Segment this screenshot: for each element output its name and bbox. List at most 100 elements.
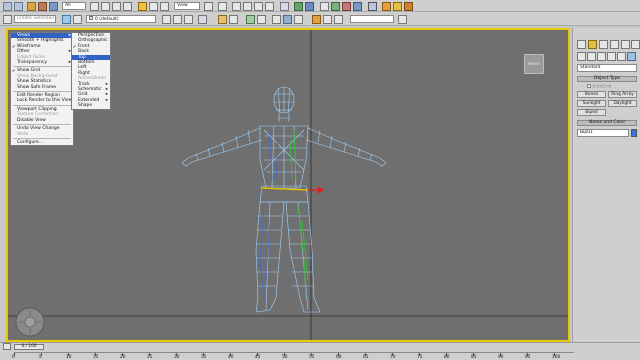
- select-rotate-icon[interactable]: [149, 2, 158, 11]
- utilities-tab-icon[interactable]: [631, 40, 640, 49]
- render-preset-dropdown[interactable]: [350, 15, 394, 23]
- sunlight-button[interactable]: Sunlight: [577, 100, 606, 107]
- containers-icon[interactable]: [398, 15, 407, 24]
- unlink-icon[interactable]: [38, 2, 47, 11]
- rendered-frame-window-icon[interactable]: [393, 2, 402, 11]
- polydraw-icon[interactable]: [229, 15, 238, 24]
- timeline-tick-label: 25: [147, 355, 153, 360]
- select-scale-icon[interactable]: [160, 2, 169, 11]
- create-layer-icon[interactable]: [73, 15, 82, 24]
- angle-snap-icon[interactable]: [243, 2, 252, 11]
- display-tab-icon[interactable]: [621, 40, 630, 49]
- motion-tab-icon[interactable]: [610, 40, 619, 49]
- autogrid-checkbox[interactable]: AutoGrid: [587, 84, 611, 90]
- select-by-name-icon[interactable]: [101, 2, 110, 11]
- layer-manager-icon[interactable]: [320, 2, 329, 11]
- window-crossing-icon[interactable]: [123, 2, 132, 11]
- time-slider[interactable]: 0 / 100: [14, 344, 44, 350]
- ring-array-button[interactable]: Ring Array: [608, 91, 637, 98]
- undo-icon[interactable]: [3, 2, 12, 11]
- menu-item-transparency[interactable]: Transparency: [11, 60, 73, 66]
- biped-button[interactable]: Biped: [577, 109, 606, 116]
- reactor-icon[interactable]: [246, 15, 255, 24]
- timeline-ruler[interactable]: 0 5 10 15 20 25 30 35 40 45 50 55 60 65 70 75 80 85 90 95 10…: [12, 352, 574, 360]
- steering-wheel-icon: [15, 307, 45, 337]
- left-arm-mesh: [181, 127, 263, 167]
- selection-region-icon[interactable]: [112, 2, 121, 11]
- current-layer-dropdown[interactable]: 0 (default): [86, 15, 156, 23]
- daylight-button[interactable]: Daylight: [608, 100, 637, 107]
- named-selection-sets-icon[interactable]: [280, 2, 289, 11]
- schematic-view-icon[interactable]: [353, 2, 362, 11]
- particle-icon[interactable]: [294, 15, 303, 24]
- right-arm-mesh: [305, 127, 387, 167]
- add-to-layer-icon[interactable]: [162, 15, 171, 24]
- front-viewport[interactable]: FRONT ViewsSmooth + HighlightsWireframeO…: [6, 28, 570, 342]
- bind-spacewarp-icon[interactable]: [49, 2, 58, 11]
- pivot-center-icon[interactable]: [204, 2, 213, 11]
- timeline-tick-label: 45: [255, 355, 261, 360]
- cameras-icon[interactable]: [607, 52, 616, 61]
- object-category-dropdown[interactable]: Standard: [577, 64, 637, 72]
- spinner-snap-icon[interactable]: [265, 2, 274, 11]
- menu-separator: [13, 91, 71, 93]
- menu-separator: [13, 104, 71, 106]
- right-arm-wire: [317, 129, 373, 161]
- named-selection-set-field[interactable]: Create Selection Set: [14, 15, 56, 23]
- hierarchy-tab-icon[interactable]: [599, 40, 608, 49]
- secondary-toolbar: Create Selection Set 0 (default): [0, 12, 640, 26]
- render-production-icon[interactable]: [404, 2, 413, 11]
- percent-snap-icon[interactable]: [254, 2, 263, 11]
- autogrid-box[interactable]: [587, 84, 591, 88]
- select-in-layer-icon[interactable]: [173, 15, 182, 24]
- menu-item-disable-view[interactable]: Disable View: [11, 118, 73, 123]
- render-shortcuts-icon[interactable]: [323, 15, 332, 24]
- modify-tab-icon[interactable]: [588, 40, 597, 49]
- track-bar-toggle-icon[interactable]: [3, 343, 11, 350]
- helpers-icon[interactable]: [617, 52, 626, 61]
- sound-icon[interactable]: [312, 15, 321, 24]
- current-layer-label: 0 (default): [95, 17, 119, 22]
- views-submenu: PerspectiveOrthographicFrontBackTopBotto…: [71, 32, 111, 110]
- views-item-shape[interactable]: Shape: [72, 103, 110, 108]
- freeform-icon[interactable]: [218, 15, 227, 24]
- create-tab-icon[interactable]: [577, 40, 586, 49]
- manipulate-icon[interactable]: [218, 2, 227, 11]
- mirror-icon[interactable]: [294, 2, 303, 11]
- select-object-icon[interactable]: [90, 2, 99, 11]
- select-link-icon[interactable]: [27, 2, 36, 11]
- align-icon[interactable]: [305, 2, 314, 11]
- selection-filter-dropdown[interactable]: All: [62, 2, 86, 10]
- bones-button[interactable]: Bones: [577, 91, 606, 98]
- layer-icon[interactable]: [62, 15, 71, 24]
- select-move-icon[interactable]: [138, 2, 147, 11]
- object-name-field[interactable]: Bip01: [577, 129, 629, 137]
- name-and-color-rollout[interactable]: Name and Color: [577, 120, 637, 126]
- cloth-icon[interactable]: [272, 15, 281, 24]
- material-editor-icon[interactable]: [368, 2, 377, 11]
- reference-coordinate-dropdown[interactable]: View: [174, 2, 200, 10]
- bone-tools-icon[interactable]: [257, 15, 266, 24]
- shapes-icon[interactable]: [587, 52, 596, 61]
- snap-toggle-icon[interactable]: [232, 2, 241, 11]
- lights-icon[interactable]: [597, 52, 606, 61]
- extras-icon[interactable]: [198, 15, 207, 24]
- viewcube[interactable]: FRONT: [524, 54, 544, 74]
- graphite-tools-icon[interactable]: [331, 2, 340, 11]
- render-setup-icon[interactable]: [382, 2, 391, 11]
- menu-item-lock-render-to-this-view[interactable]: Lock Render to this View: [11, 98, 73, 103]
- hair-icon[interactable]: [283, 15, 292, 24]
- menu-item-show-safe-frame[interactable]: Show Safe Frame: [11, 85, 73, 90]
- object-color-swatch[interactable]: [631, 129, 637, 137]
- set-current-layer-icon[interactable]: [184, 15, 193, 24]
- systems-icon[interactable]: [627, 52, 636, 61]
- scene-states-icon[interactable]: [334, 15, 343, 24]
- menu-item-configure[interactable]: Configure...: [11, 140, 73, 145]
- timeline-tick-label: 35: [201, 355, 207, 360]
- curve-editor-icon[interactable]: [342, 2, 351, 11]
- geometry-icon[interactable]: [577, 52, 586, 61]
- timeline-tick-label: 40: [228, 355, 234, 360]
- object-type-rollout[interactable]: Object Type: [577, 76, 637, 82]
- redo-icon[interactable]: [14, 2, 23, 11]
- keyboard-shortcut-override-icon[interactable]: [3, 15, 12, 24]
